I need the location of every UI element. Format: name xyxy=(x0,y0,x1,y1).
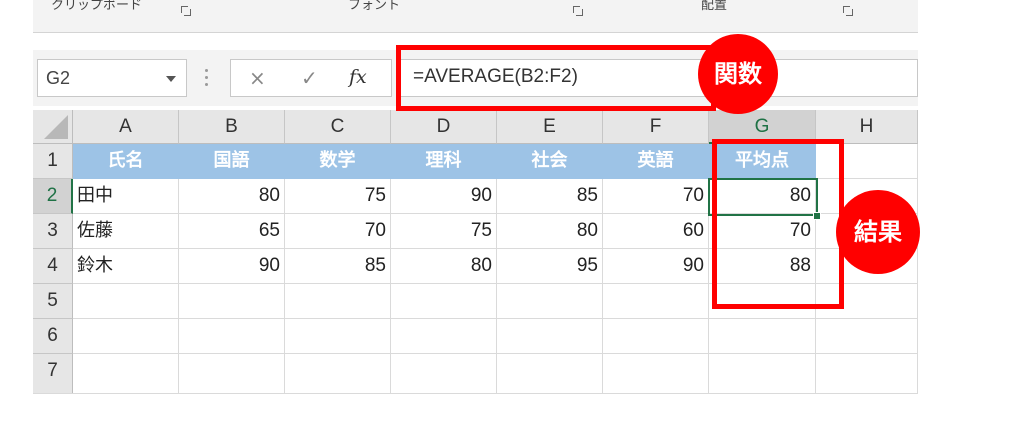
column-header-c[interactable]: C xyxy=(285,110,391,144)
cell-f2[interactable]: 70 xyxy=(603,179,709,214)
column-header-f[interactable]: F xyxy=(603,110,709,144)
cell-d1[interactable]: 理科 xyxy=(391,144,497,179)
empty-cell[interactable] xyxy=(603,284,709,319)
empty-cell[interactable] xyxy=(497,319,603,354)
select-all-corner[interactable] xyxy=(33,110,73,144)
empty-cell[interactable] xyxy=(816,354,918,394)
empty-cell[interactable] xyxy=(709,354,816,394)
ribbon-group-font: フォント xyxy=(348,0,401,13)
empty-cell[interactable] xyxy=(73,319,179,354)
column-header-d[interactable]: D xyxy=(391,110,497,144)
cell-a4[interactable]: 鈴木 xyxy=(73,249,179,284)
empty-cell[interactable] xyxy=(179,319,285,354)
cell-d2[interactable]: 90 xyxy=(391,179,497,214)
insert-function-icon[interactable]: fx xyxy=(349,66,367,88)
font-launcher-icon[interactable] xyxy=(573,6,583,16)
empty-cell[interactable] xyxy=(816,319,918,354)
ribbon-strip: クリップボード フォント 配置 xyxy=(33,0,918,33)
function-badge: 関数 xyxy=(698,34,778,114)
result-badge: 結果 xyxy=(836,190,920,274)
empty-cell[interactable] xyxy=(179,354,285,394)
cell-f4[interactable]: 90 xyxy=(603,249,709,284)
empty-cell[interactable] xyxy=(285,354,391,394)
cell-a1[interactable]: 氏名 xyxy=(73,144,179,179)
empty-cell[interactable] xyxy=(709,319,816,354)
row-header-2[interactable]: 2 xyxy=(33,179,73,214)
name-box-value: G2 xyxy=(46,68,71,88)
cell-b3[interactable]: 65 xyxy=(179,214,285,249)
drag-handle-icon[interactable] xyxy=(205,67,209,89)
empty-cell[interactable] xyxy=(603,319,709,354)
clipboard-launcher-icon[interactable] xyxy=(181,6,191,16)
row-header-3[interactable]: 3 xyxy=(33,214,73,249)
cell-d4[interactable]: 80 xyxy=(391,249,497,284)
cell-b2[interactable]: 80 xyxy=(179,179,285,214)
cell-a2[interactable]: 田中 xyxy=(73,179,179,214)
cell-f3[interactable]: 60 xyxy=(603,214,709,249)
empty-cell[interactable] xyxy=(391,284,497,319)
spreadsheet-window: クリップボード フォント 配置 G2 × ✓ fx =AVERAGE(B2:F2… xyxy=(0,0,1024,427)
cell-b4[interactable]: 90 xyxy=(179,249,285,284)
cell-d3[interactable]: 75 xyxy=(391,214,497,249)
function-highlight-box xyxy=(396,45,716,111)
name-box[interactable]: G2 xyxy=(37,59,187,97)
cell-c1[interactable]: 数学 xyxy=(285,144,391,179)
cancel-icon[interactable]: × xyxy=(249,66,266,90)
row-header-6[interactable]: 6 xyxy=(33,319,73,354)
empty-cell[interactable] xyxy=(391,354,497,394)
cell-c3[interactable]: 70 xyxy=(285,214,391,249)
row-header-1[interactable]: 1 xyxy=(33,144,73,179)
column-header-a[interactable]: A xyxy=(73,110,179,144)
enter-icon[interactable]: ✓ xyxy=(301,66,318,90)
chevron-down-icon[interactable] xyxy=(166,76,176,82)
ribbon-group-clipboard: クリップボード xyxy=(51,0,143,13)
empty-cell[interactable] xyxy=(497,354,603,394)
row-header-5[interactable]: 5 xyxy=(33,284,73,319)
column-header-b[interactable]: B xyxy=(179,110,285,144)
formula-buttons: × ✓ fx xyxy=(230,59,392,97)
column-header-e[interactable]: E xyxy=(497,110,603,144)
empty-cell[interactable] xyxy=(391,319,497,354)
empty-cell[interactable] xyxy=(179,284,285,319)
cell-e2[interactable]: 85 xyxy=(497,179,603,214)
ribbon-group-alignment: 配置 xyxy=(701,0,728,13)
row-header-4[interactable]: 4 xyxy=(33,249,73,284)
empty-cell[interactable] xyxy=(73,354,179,394)
empty-cell[interactable] xyxy=(497,284,603,319)
cell-c4[interactable]: 85 xyxy=(285,249,391,284)
cell-e3[interactable]: 80 xyxy=(497,214,603,249)
empty-cell[interactable] xyxy=(285,284,391,319)
cell-a3[interactable]: 佐藤 xyxy=(73,214,179,249)
cell-f1[interactable]: 英語 xyxy=(603,144,709,179)
row-header-7[interactable]: 7 xyxy=(33,354,73,394)
empty-cell[interactable] xyxy=(285,319,391,354)
result-highlight-box xyxy=(712,139,844,309)
empty-cell[interactable] xyxy=(73,284,179,319)
empty-cell[interactable] xyxy=(603,354,709,394)
alignment-launcher-icon[interactable] xyxy=(843,6,853,16)
cell-b1[interactable]: 国語 xyxy=(179,144,285,179)
grid-bottom-edge xyxy=(33,393,918,394)
cell-e1[interactable]: 社会 xyxy=(497,144,603,179)
cell-c2[interactable]: 75 xyxy=(285,179,391,214)
cell-e4[interactable]: 95 xyxy=(497,249,603,284)
